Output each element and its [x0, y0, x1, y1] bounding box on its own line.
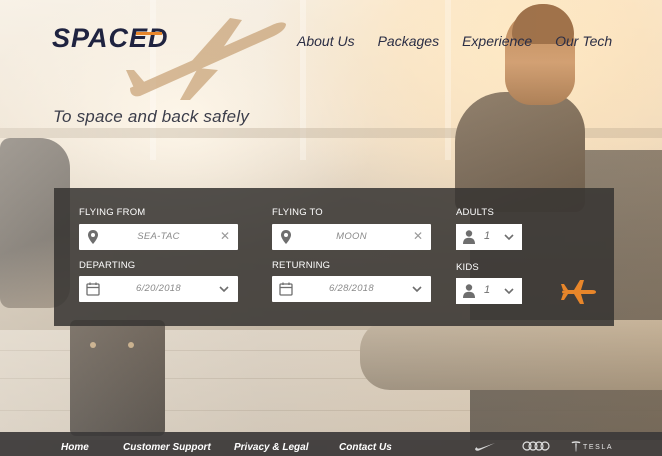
flying-to-field[interactable]: MOON ✕ — [272, 224, 431, 250]
returning-label: RETURNING — [272, 260, 331, 271]
spaced-logo[interactable]: SPACED — [52, 23, 182, 53]
audi-rings-icon — [522, 441, 550, 451]
adults-select[interactable]: 1 — [456, 224, 522, 250]
chevron-down-icon — [219, 286, 229, 293]
chevron-down-icon — [412, 286, 422, 293]
clear-icon[interactable]: ✕ — [413, 229, 423, 243]
airplane-icon[interactable] — [560, 278, 596, 306]
main-nav: About Us Packages Experience Our Tech — [297, 33, 635, 49]
footer-privacy-legal-link[interactable]: Privacy & Legal — [234, 442, 308, 453]
nav-about-us[interactable]: About Us — [297, 33, 355, 49]
tesla-logo-icon — [571, 441, 581, 452]
person-icon — [463, 230, 475, 244]
returning-date-value: 6/28/2018 — [329, 283, 374, 294]
returning-date-field[interactable]: 6/28/2018 — [272, 276, 431, 302]
chevron-down-icon — [504, 234, 514, 241]
kids-select[interactable]: 1 — [456, 278, 522, 304]
nav-our-tech[interactable]: Our Tech — [555, 33, 612, 49]
flying-to-label: FLYING TO — [272, 207, 323, 218]
site-footer: Home Customer Support Privacy & Legal Co… — [0, 432, 662, 456]
nav-experience[interactable]: Experience — [462, 33, 532, 49]
flying-from-label: FLYING FROM — [79, 207, 146, 218]
clear-icon[interactable]: ✕ — [220, 229, 230, 243]
adults-count: 1 — [484, 230, 491, 242]
adults-label: ADULTS — [456, 207, 494, 218]
flying-from-field[interactable]: SEA-TAC ✕ — [79, 224, 238, 250]
airplane-silhouette-icon — [126, 18, 286, 100]
person-icon — [463, 284, 475, 298]
footer-home-link[interactable]: Home — [61, 442, 89, 453]
tesla-wordmark: TESLA — [583, 444, 614, 451]
flying-to-value: MOON — [336, 231, 367, 242]
departing-date-field[interactable]: 6/20/2018 — [79, 276, 238, 302]
kids-count: 1 — [484, 284, 491, 296]
nike-swoosh-icon — [475, 443, 495, 451]
departing-date-value: 6/20/2018 — [136, 283, 181, 294]
footer-customer-support-link[interactable]: Customer Support — [123, 442, 211, 453]
flying-from-value: SEA-TAC — [137, 231, 180, 242]
kids-label: KIDS — [456, 262, 479, 273]
chevron-down-icon — [504, 288, 514, 295]
logo-icon: SPACED — [52, 23, 169, 53]
hero-tagline: To space and back safely — [53, 107, 250, 126]
nav-packages[interactable]: Packages — [378, 33, 439, 49]
footer-contact-us-link[interactable]: Contact Us — [339, 442, 392, 453]
svg-text:SPACED: SPACED — [52, 24, 169, 52]
departing-label: DEPARTING — [79, 260, 136, 271]
